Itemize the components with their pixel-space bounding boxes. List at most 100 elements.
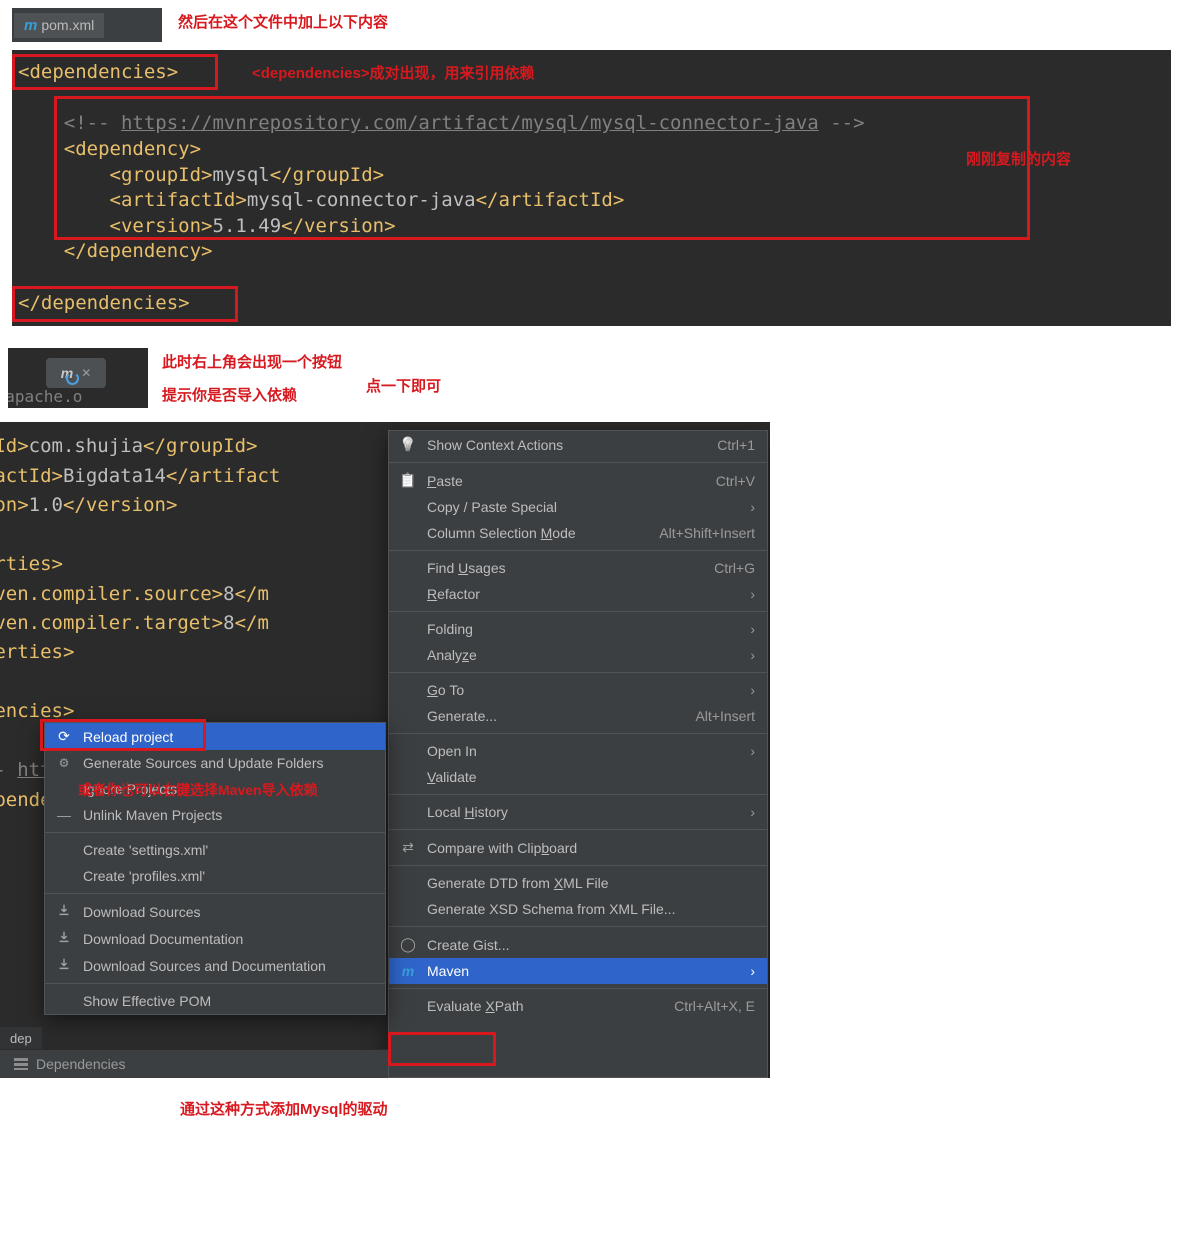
- main-menu-item-maven[interactable]: m Maven ›: [389, 958, 767, 984]
- maven-menu-item-unlink-maven-projects[interactable]: — Unlink Maven Projects: [45, 802, 385, 828]
- download-icon: [55, 930, 73, 947]
- chevron-right-icon: ›: [750, 621, 755, 637]
- chevron-right-icon: ›: [750, 682, 755, 698]
- context-menu-maven[interactable]: ⟳Reload project⚙Generate Sources and Upd…: [44, 722, 386, 1015]
- menu-item-label: Go To: [427, 682, 740, 698]
- highlight-dependency-block: [54, 96, 1030, 240]
- main-menu-item-analyze[interactable]: Analyze›: [389, 642, 767, 668]
- main-menu-separator: [389, 672, 767, 673]
- menu-item-label: Create 'settings.xml': [83, 842, 373, 858]
- maven-menu-separator: [45, 983, 385, 984]
- editor-with-context-menu: oupId>com.shujia</groupId> tifactId>Bigd…: [0, 422, 770, 1078]
- main-menu-item-create-gist[interactable]: ◯Create Gist...: [389, 931, 767, 958]
- main-menu-item-find-usages[interactable]: Find UsagesCtrl+G: [389, 555, 767, 581]
- caption-import-hint: 提示你是否导入依赖: [162, 384, 342, 405]
- menu-item-label: Folding: [427, 621, 740, 637]
- menu-item-label: Generate XSD Schema from XML File...: [427, 901, 755, 917]
- download-icon: [55, 957, 73, 974]
- bottom-tab-dep[interactable]: dep: [0, 1027, 42, 1050]
- chevron-right-icon: ›: [750, 586, 755, 602]
- main-menu-item-paste[interactable]: 📋PasteCtrl+V: [389, 467, 767, 494]
- maven-icon: m: [399, 963, 417, 979]
- mini-editor: m ✕ n.apache.o: [8, 348, 148, 408]
- chevron-right-icon: ›: [750, 963, 755, 979]
- main-menu-item-column-selection-mode[interactable]: Column Selection ModeAlt+Shift+Insert: [389, 520, 767, 546]
- caption-click-once: 点一下即可: [366, 375, 441, 396]
- compare-icon: ⇄: [399, 839, 417, 856]
- menu-item-shortcut: Alt+Insert: [695, 708, 755, 724]
- menu-item-label: Refactor: [427, 586, 740, 602]
- maven-menu-item-create-profiles-xml[interactable]: Create 'profiles.xml': [45, 863, 385, 889]
- maven-menu-item-generate-sources-and-update-folders[interactable]: ⚙Generate Sources and Update Folders: [45, 750, 385, 776]
- main-menu-item-generate-xsd-schema-from-xml-file[interactable]: Generate XSD Schema from XML File...: [389, 896, 767, 922]
- download-icon: [55, 903, 73, 920]
- main-menu-item-generate[interactable]: Generate... Alt+Insert: [389, 703, 767, 729]
- menu-item-shortcut: Ctrl+1: [717, 437, 755, 453]
- main-menu-item-open-in[interactable]: Open In›: [389, 738, 767, 764]
- main-menu-item-generate-dtd-from-xml-file[interactable]: Generate DTD from XML File: [389, 870, 767, 896]
- dependencies-panel-header[interactable]: Dependencies: [0, 1049, 388, 1078]
- maven-menu-item-show-effective-pom[interactable]: Show Effective POM: [45, 988, 385, 1014]
- main-menu-item-refactor[interactable]: Refactor ›: [389, 581, 767, 607]
- menu-item-label: Generate Sources and Update Folders: [83, 755, 373, 771]
- tab-pom-xml[interactable]: m pom.xml: [14, 13, 104, 38]
- menu-item-label: Download Sources: [83, 904, 373, 920]
- chevron-right-icon: ›: [750, 804, 755, 820]
- menu-item-label: Evaluate XPath: [427, 998, 634, 1014]
- close-icon[interactable]: ✕: [81, 366, 91, 380]
- mini-bg-text: n.apache.o: [8, 387, 82, 406]
- main-menu-separator: [389, 462, 767, 463]
- main-menu-separator: [389, 829, 767, 830]
- main-menu-item-local-history[interactable]: Local History ›: [389, 799, 767, 825]
- maven-menu-item-download-sources[interactable]: Download Sources: [45, 898, 385, 925]
- menu-item-label: Open In: [427, 743, 740, 759]
- maven-menu-separator: [45, 832, 385, 833]
- main-menu-separator: [389, 733, 767, 734]
- maven-reload-icon: m: [61, 365, 73, 381]
- github-icon: ◯: [399, 936, 417, 953]
- main-menu-separator: [389, 988, 767, 989]
- menu-item-label: Show Context Actions: [427, 437, 677, 453]
- main-menu-separator: [389, 926, 767, 927]
- caption-add-in-file: 然后在这个文件中加上以下内容: [178, 11, 388, 32]
- menu-item-shortcut: Ctrl+G: [714, 560, 755, 576]
- maven-menu-item-create-settings-xml[interactable]: Create 'settings.xml': [45, 837, 385, 863]
- main-menu-item-compare-with-clipboard[interactable]: ⇄ Compare with Clipboard: [389, 834, 767, 861]
- main-menu-item-copy-paste-special[interactable]: Copy / Paste Special›: [389, 494, 767, 520]
- menu-item-label: Show Effective POM: [83, 993, 373, 1009]
- menu-item-label: Local History: [427, 804, 740, 820]
- menu-item-label: Generate...: [427, 708, 655, 724]
- main-menu-item-show-context-actions[interactable]: 💡Show Context ActionsCtrl+1: [389, 431, 767, 458]
- context-menu-main[interactable]: 💡Show Context ActionsCtrl+1📋PasteCtrl+VC…: [388, 430, 768, 1078]
- unlink-icon: —: [55, 807, 73, 823]
- menu-item-label: Copy / Paste Special: [427, 499, 740, 515]
- tab-filename: pom.xml: [41, 17, 94, 33]
- main-menu-separator: [389, 550, 767, 551]
- maven-reload-bubble[interactable]: m ✕: [46, 358, 106, 388]
- menu-item-label: Create 'profiles.xml': [83, 868, 373, 884]
- main-menu-item-go-to[interactable]: Go To ›: [389, 677, 767, 703]
- menu-item-shortcut: Ctrl+Alt+X, E: [674, 998, 755, 1014]
- menu-item-label: Unlink Maven Projects: [83, 807, 373, 823]
- menu-item-label: Column Selection Mode: [427, 525, 619, 541]
- caption-button-appears: 此时右上角会出现一个按钮: [162, 351, 342, 372]
- highlight-deps-open: [12, 54, 218, 90]
- caption-final: 通过这种方式添加Mysql的驱动: [180, 1098, 1183, 1119]
- highlight-maven: [388, 1032, 496, 1066]
- stack-icon: [14, 1058, 28, 1070]
- overlay-or-right-click: 或者你也可以右键选择Maven导入依赖: [78, 780, 318, 800]
- main-menu-item-validate[interactable]: Validate: [389, 764, 767, 790]
- menu-item-label: Download Documentation: [83, 931, 373, 947]
- chevron-right-icon: ›: [750, 647, 755, 663]
- maven-menu-item-download-sources-and-documentation[interactable]: Download Sources and Documentation: [45, 952, 385, 979]
- menu-item-label: Download Sources and Documentation: [83, 958, 373, 974]
- menu-item-shortcut: Ctrl+V: [716, 473, 755, 489]
- highlight-deps-close: [12, 286, 238, 322]
- main-menu-item-evaluate-xpath[interactable]: Evaluate XPath Ctrl+Alt+X, E: [389, 993, 767, 1019]
- main-menu-item-folding[interactable]: Folding ›: [389, 616, 767, 642]
- code-block-deps: <dependencies> <!-- https://mvnrepositor…: [12, 50, 1171, 326]
- menu-item-label: Generate DTD from XML File: [427, 875, 755, 891]
- menu-item-label: Compare with Clipboard: [427, 840, 755, 856]
- maven-menu-item-download-documentation[interactable]: Download Documentation: [45, 925, 385, 952]
- menu-item-label: Maven: [427, 963, 740, 979]
